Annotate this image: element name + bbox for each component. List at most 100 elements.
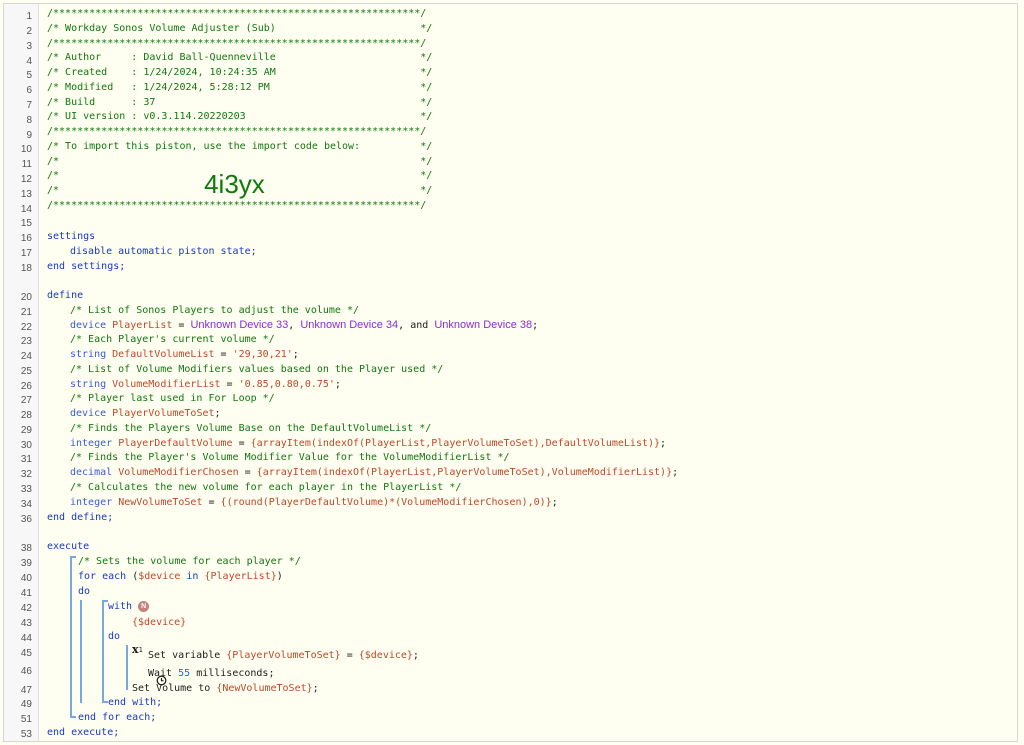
header-comment-line: /***************************************…	[47, 8, 427, 19]
define-comment-7: /* Calculates the new volume for each pl…	[70, 482, 462, 493]
line-number: 51	[20, 714, 32, 725]
device-link-38[interactable]: Unknown Device 38	[434, 319, 532, 331]
define-open: define	[47, 290, 84, 301]
define-volumemodifierlist: string VolumeModifierList = '0.85,0.80,0…	[70, 379, 341, 390]
line-number: 6	[26, 85, 32, 96]
line-number: 2	[26, 26, 32, 37]
line-number: 9	[26, 130, 32, 141]
define-playerlist: device PlayerList = Unknown Device 33, U…	[70, 319, 539, 331]
line-number: 49	[20, 699, 32, 710]
header-comment-line: /* Modified : 1/24/2024, 5:28:12 PM */	[47, 81, 433, 93]
for-each-guide-bottom	[70, 716, 76, 718]
line-number: 18	[20, 263, 32, 274]
end-with: end with;	[108, 697, 163, 708]
line-number: 10	[20, 144, 32, 155]
set-volume-statement[interactable]: Set Volume to {NewVolumeToSet};	[132, 682, 319, 696]
with-statement[interactable]: with N	[108, 600, 150, 614]
line-number: 29	[20, 425, 32, 436]
line-number: 27	[20, 395, 32, 406]
line-number: 13	[20, 189, 32, 200]
settings-open: settings	[47, 231, 96, 242]
line-number: 24	[20, 351, 32, 362]
device-link-34[interactable]: Unknown Device 34	[300, 319, 398, 331]
line-number: 5	[26, 70, 32, 81]
define-comment-5: /* Finds the Players Volume Base on the …	[70, 423, 432, 434]
line-number: 15	[20, 218, 32, 229]
define-volumemodifierchosen: decimal VolumeModifierChosen = {arrayIte…	[70, 467, 679, 478]
header-comment-line: /***************************************…	[47, 199, 427, 211]
header-comment-line: /* Build : 37 */	[47, 96, 433, 108]
header-comment-line: /* To import this piston, use the import…	[47, 140, 433, 152]
with-target: {$device}	[132, 617, 187, 628]
import-code: 4i3yx	[204, 169, 265, 199]
define-comment-2: /* Each Player's current volume */	[70, 334, 275, 345]
line-number: 26	[20, 381, 32, 392]
line-number: 21	[20, 307, 32, 318]
line-number: 30	[20, 440, 32, 451]
with-block-guide	[102, 600, 104, 702]
line-number: 7	[26, 100, 32, 111]
define-comment-1: /* List of Sonos Players to adjust the v…	[70, 305, 359, 316]
header-comment-line: /* Created : 1/24/2024, 10:24:35 AM */	[47, 67, 433, 78]
line-number: 42	[20, 603, 32, 614]
settings-body: disable automatic piston state;	[70, 246, 257, 257]
line-number: 14	[20, 204, 32, 215]
line-number: 25	[20, 366, 32, 377]
line-number: 11	[21, 159, 32, 170]
line-number: 28	[20, 410, 32, 421]
line-number: 41	[20, 588, 32, 599]
for-each-do: do	[78, 586, 91, 597]
define-defaultvolumelist: string DefaultVolumeList = '29,30,21';	[70, 349, 299, 360]
set-variable-statement[interactable]: Set variable {PlayerVolumeToSet} = {$dev…	[148, 649, 419, 663]
settings-close: end settings;	[47, 261, 126, 272]
define-close: end define;	[47, 512, 114, 523]
line-number: 33	[20, 484, 32, 495]
end-for-each: end for each;	[78, 712, 157, 723]
line-number: 12	[20, 174, 32, 185]
for-each-block-guide	[70, 556, 72, 717]
line-number: 47	[20, 685, 32, 696]
header-comment-line: /***************************************…	[47, 37, 427, 49]
define-newvolumetoset: integer NewVolumeToSet = {(round(PlayerD…	[70, 497, 558, 508]
line-number: 17	[20, 248, 32, 259]
define-comment-6: /* Finds the Player's Volume Modifier Va…	[70, 452, 510, 463]
line-number: 31	[20, 454, 32, 465]
line-number-gutter: 1 2 3 4 5 6 7 8 9 10 11 12 13 14 15 16 17 18 20 21 22 23 24 25 2…	[4, 4, 39, 741]
line-number: 23	[20, 336, 32, 347]
line-number: 16	[20, 233, 32, 244]
for-each-statement[interactable]: for each ($device in {PlayerList})	[78, 570, 283, 584]
set-variable-icon: x1	[132, 643, 143, 656]
line-number: 34	[20, 499, 32, 510]
line-number: 1	[26, 11, 32, 22]
line-number: 40	[20, 573, 32, 584]
line-number: 4	[26, 56, 32, 67]
no-condition-badge-icon: N	[138, 600, 150, 612]
wait-statement[interactable]: Wait 55 milliseconds;	[148, 667, 274, 681]
line-number: 22	[20, 322, 32, 333]
line-number: 8	[26, 115, 32, 126]
device-link-33[interactable]: Unknown Device 33	[190, 319, 288, 331]
header-comment-line: /***************************************…	[47, 126, 427, 137]
execute-close: end execute;	[47, 727, 120, 738]
do-block-guide	[80, 600, 82, 703]
line-number: 53	[20, 729, 32, 740]
with-do: do	[108, 631, 121, 642]
define-playerdefaultvolume: integer PlayerDefaultVolume = {arrayItem…	[70, 438, 667, 449]
line-number: 46	[20, 666, 32, 677]
execute-open: execute	[47, 541, 90, 552]
line-number: 45	[20, 648, 32, 659]
line-number: 38	[20, 543, 32, 554]
for-each-guide-top	[70, 556, 76, 558]
define-comment-4: /* Player last used in For Loop */	[70, 393, 275, 404]
line-number: 20	[20, 292, 32, 303]
define-comment-3: /* List of Volume Modifiers values based…	[70, 364, 444, 375]
line-number: 43	[20, 618, 32, 629]
line-number: 36	[20, 514, 32, 525]
line-number: 32	[20, 469, 32, 480]
line-number: 39	[20, 558, 32, 569]
header-comment-line: /* UI version : v0.3.114.20220203 */	[47, 111, 433, 123]
define-playervolumetoset: device PlayerVolumeToSet;	[70, 408, 221, 419]
line-number: 3	[26, 41, 32, 52]
code-viewer: 1 2 3 4 5 6 7 8 9 10 11 12 13 14 15 16 17 18 20 21 22 23 24 25 2…	[3, 3, 1018, 742]
inner-do-guide	[126, 645, 128, 690]
